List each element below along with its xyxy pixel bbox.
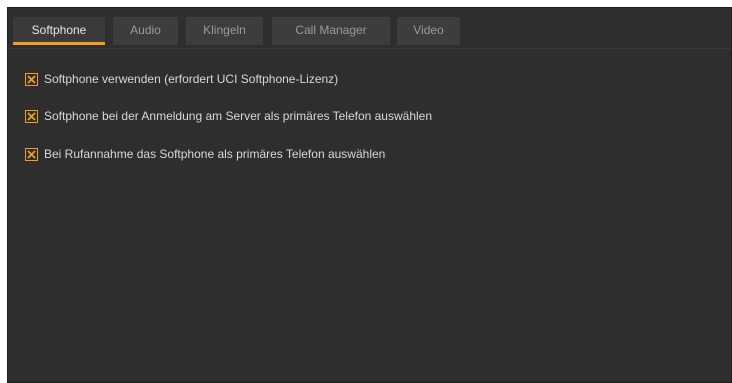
- tab-softphone[interactable]: Softphone: [13, 17, 105, 45]
- primary-on-login-label: Softphone bei der Anmeldung am Server al…: [44, 109, 433, 123]
- check-x-icon: [27, 111, 36, 121]
- tab-audio[interactable]: Audio: [113, 17, 178, 45]
- use-softphone-label: Softphone verwenden (erfordert UCI Softp…: [44, 72, 339, 86]
- option-primary-on-answer[interactable]: Bei Rufannahme das Softphone als primäre…: [25, 146, 385, 162]
- check-x-icon: [27, 149, 36, 159]
- tab-bar: Softphone Audio Klingeln Call Manager Vi…: [8, 8, 731, 49]
- check-x-icon: [27, 74, 36, 84]
- tab-klingeln[interactable]: Klingeln: [186, 17, 263, 45]
- primary-on-login-checkbox[interactable]: [25, 109, 38, 123]
- primary-on-answer-checkbox[interactable]: [25, 147, 38, 161]
- tab-call-manager[interactable]: Call Manager: [272, 17, 390, 45]
- settings-panel: Softphone Audio Klingeln Call Manager Vi…: [7, 7, 732, 383]
- option-primary-on-login[interactable]: Softphone bei der Anmeldung am Server al…: [25, 108, 432, 124]
- primary-on-answer-label: Bei Rufannahme das Softphone als primäre…: [44, 147, 386, 161]
- option-use-softphone[interactable]: Softphone verwenden (erfordert UCI Softp…: [25, 71, 338, 87]
- tab-video[interactable]: Video: [397, 17, 460, 45]
- use-softphone-checkbox[interactable]: [25, 72, 38, 86]
- softphone-tab-content: Softphone verwenden (erfordert UCI Softp…: [8, 49, 731, 382]
